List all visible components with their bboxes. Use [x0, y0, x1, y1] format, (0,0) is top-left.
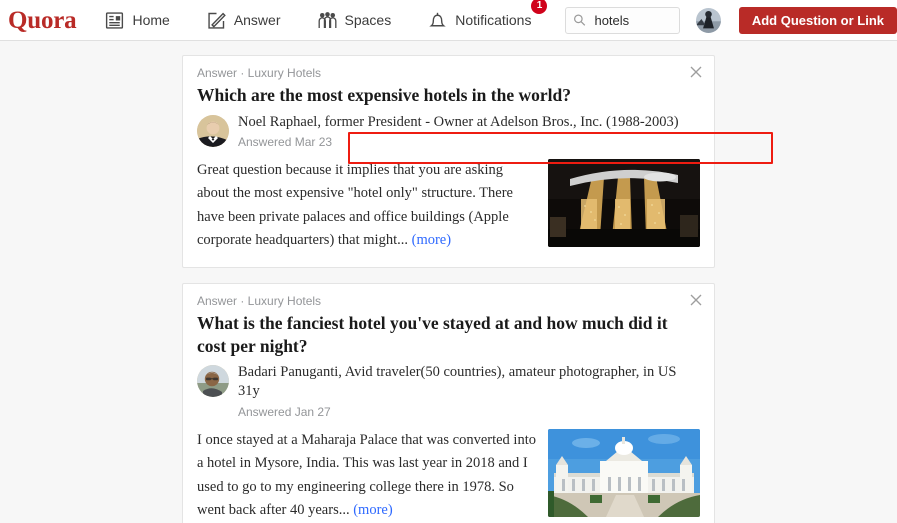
author-texts: Badari Panuganti, Avid traveler(50 count…: [238, 363, 700, 418]
close-icon[interactable]: [688, 64, 704, 80]
author-avatar-image: [197, 114, 229, 147]
author-avatar[interactable]: [197, 114, 229, 147]
author-credential: Noel Raphael, former President - Owner a…: [238, 113, 679, 130]
avatar-image: [695, 7, 721, 33]
nav-item-home[interactable]: Home: [98, 6, 175, 35]
pencil-square-icon: [206, 10, 227, 31]
user-avatar[interactable]: [695, 7, 721, 33]
answer-snippet: I once stayed at a Maharaja Palace that …: [197, 429, 536, 523]
search-box[interactable]: [565, 6, 680, 34]
nav-item-notifications[interactable]: Notifications 1: [421, 0, 548, 35]
notification-count-badge: 1: [531, 0, 548, 14]
answer-thumbnail[interactable]: [548, 428, 700, 517]
people-group-icon: [317, 10, 338, 31]
author-credential: Badari Panuganti, Avid traveler(50 count…: [238, 364, 677, 400]
nav-label-notifications: Notifications: [455, 12, 532, 28]
bell-icon: [427, 10, 448, 31]
add-question-or-link-button[interactable]: Add Question or Link: [738, 6, 897, 34]
answer-body-row: Great question because it implies that y…: [197, 158, 700, 253]
answer-snippet: Great question because it implies that y…: [197, 159, 536, 253]
answered-date: Answered Mar 23: [238, 134, 333, 149]
search-input[interactable]: [565, 6, 680, 34]
answer-body-row: I once stayed at a Maharaja Palace that …: [197, 428, 700, 523]
card-breadcrumb: Answer · Luxury Hotels: [197, 66, 322, 80]
marina-bay-sands-night-photo: [548, 158, 700, 247]
nav-item-spaces[interactable]: Spaces: [311, 6, 398, 35]
author-avatar[interactable]: [197, 365, 229, 398]
answered-date: Answered Jan 27: [238, 404, 331, 419]
feed-card: Answer · Luxury Hotels Which are the mos…: [182, 55, 773, 268]
nav-item-answer[interactable]: Answer: [200, 6, 287, 35]
close-icon[interactable]: [688, 292, 704, 308]
top-navigation-bar: Quora Home Answer Spaces Notifications 1…: [0, 0, 897, 41]
question-title[interactable]: What is the fanciest hotel you've stayed…: [197, 312, 700, 358]
nav-label-spaces: Spaces: [344, 12, 392, 28]
more-link[interactable]: (more): [353, 502, 392, 518]
card-breadcrumb: Answer · Luxury Hotels: [197, 293, 322, 308]
author-avatar-image: [197, 365, 229, 398]
nav-label-home: Home: [132, 12, 170, 28]
quora-logo[interactable]: Quora: [8, 8, 77, 33]
answer-snippet-text: Great question because it implies that y…: [197, 161, 513, 249]
author-texts: Noel Raphael, former President - Owner a…: [238, 113, 700, 149]
author-row: Badari Panuganti, Avid traveler(50 count…: [197, 363, 700, 419]
more-link[interactable]: (more): [412, 232, 451, 248]
feed-card: Answer · Luxury Hotels What is the fanci…: [182, 282, 715, 523]
answer-feed: Answer · Luxury Hotels Which are the mos…: [0, 41, 897, 523]
question-title[interactable]: Which are the most expensive hotels in t…: [197, 84, 700, 107]
primary-nav: Home Answer Spaces Notifications 1: [98, 0, 561, 35]
home-feed-icon: [104, 10, 125, 31]
author-row: Noel Raphael, former President - Owner a…: [197, 113, 700, 149]
nav-label-answer: Answer: [233, 12, 281, 28]
mysore-palace-daytime-photo: [548, 428, 700, 517]
answer-thumbnail[interactable]: [548, 158, 700, 247]
